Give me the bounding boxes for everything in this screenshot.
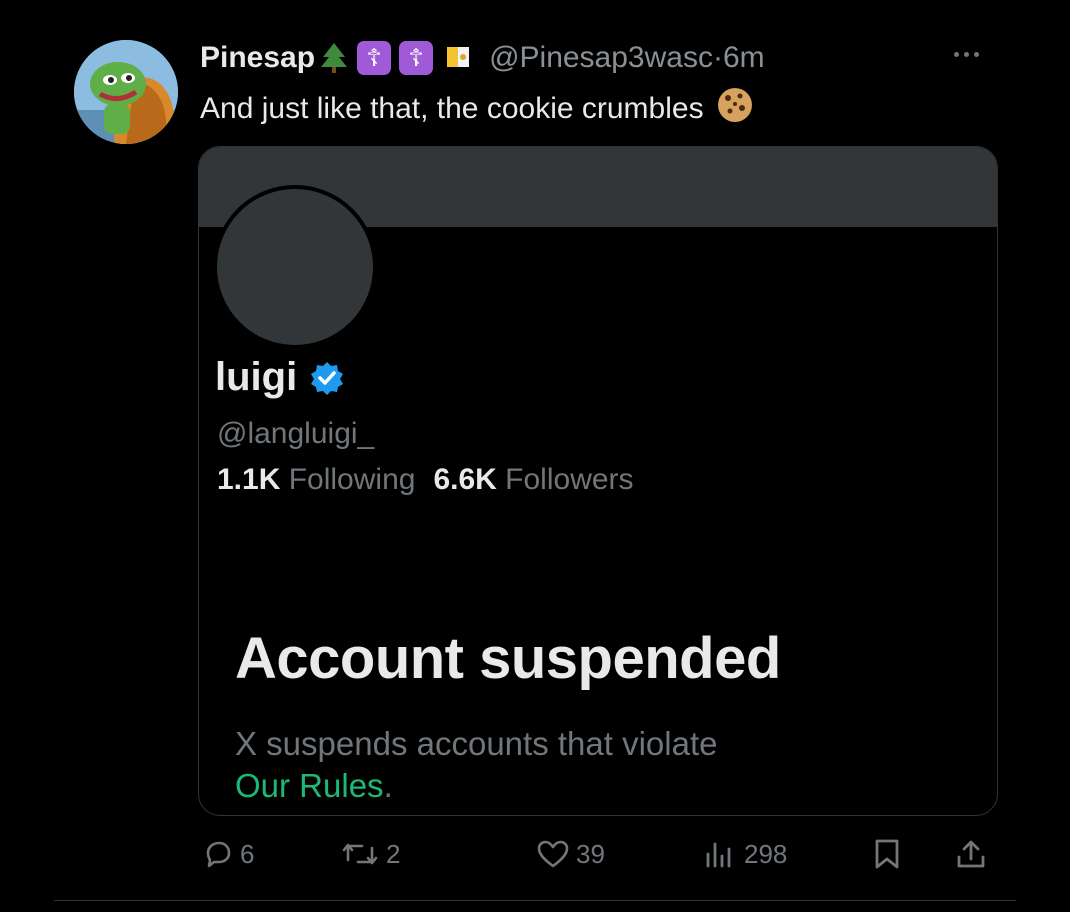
author-handle[interactable]: @Pinesap3wasc·6m [489, 41, 765, 75]
our-rules-link[interactable]: Our Rules [235, 767, 384, 804]
suspended-title: Account suspended [235, 626, 781, 691]
like-button[interactable]: 39 [536, 834, 605, 874]
following-stat[interactable]: 1.1K Following [217, 463, 415, 496]
view-count: 298 [744, 838, 788, 869]
verified-badge-icon [311, 361, 344, 395]
profile-avatar [213, 185, 377, 349]
like-count: 39 [576, 838, 605, 869]
author-name[interactable]: Pinesap [200, 41, 315, 75]
repost-button[interactable]: 2 [340, 834, 400, 874]
share-icon [957, 840, 985, 868]
suspended-text: X suspends accounts that violate Our Rul… [235, 725, 718, 804]
profile-name-row: luigi [215, 355, 345, 400]
repost-icon [342, 843, 378, 865]
share-button[interactable] [954, 834, 994, 874]
repost-count: 2 [386, 838, 401, 869]
cross-emoji: ☦ [357, 41, 392, 75]
quoted-profile-card[interactable]: luigi @langluigi_ 1.1K Following 6.6K Fol… [198, 146, 998, 816]
reply-button[interactable]: 6 [202, 834, 254, 874]
reply-icon [206, 841, 231, 868]
bookmark-icon [875, 839, 899, 869]
profile-name: luigi [215, 355, 298, 399]
views-icon [706, 842, 731, 868]
tweet-header: Pinesap ☦ ☦ @Pinesap3wasc·6m [200, 38, 765, 78]
orthodox-cross-emoji: ☦ [399, 41, 434, 75]
tweet-action-bar: 6 2 39 298 [198, 834, 998, 874]
views-button[interactable]: 298 [702, 834, 787, 874]
heart-icon [537, 840, 569, 868]
vatican-flag-emoji [447, 45, 470, 71]
tree-emoji [319, 41, 349, 75]
followers-stat[interactable]: 6.6K Followers [433, 463, 633, 496]
tweet-text: And just like that, the cookie crumbles [200, 86, 754, 132]
bookmark-button[interactable] [872, 834, 908, 874]
tweet-divider [54, 900, 1016, 901]
reply-count: 6 [240, 838, 255, 869]
cookie-emoji [716, 86, 754, 132]
more-options-icon[interactable] [954, 46, 988, 62]
profile-handle: @langluigi_ [217, 417, 375, 450]
author-avatar[interactable] [74, 40, 178, 144]
profile-stats: 1.1K Following 6.6K Followers [217, 463, 634, 497]
